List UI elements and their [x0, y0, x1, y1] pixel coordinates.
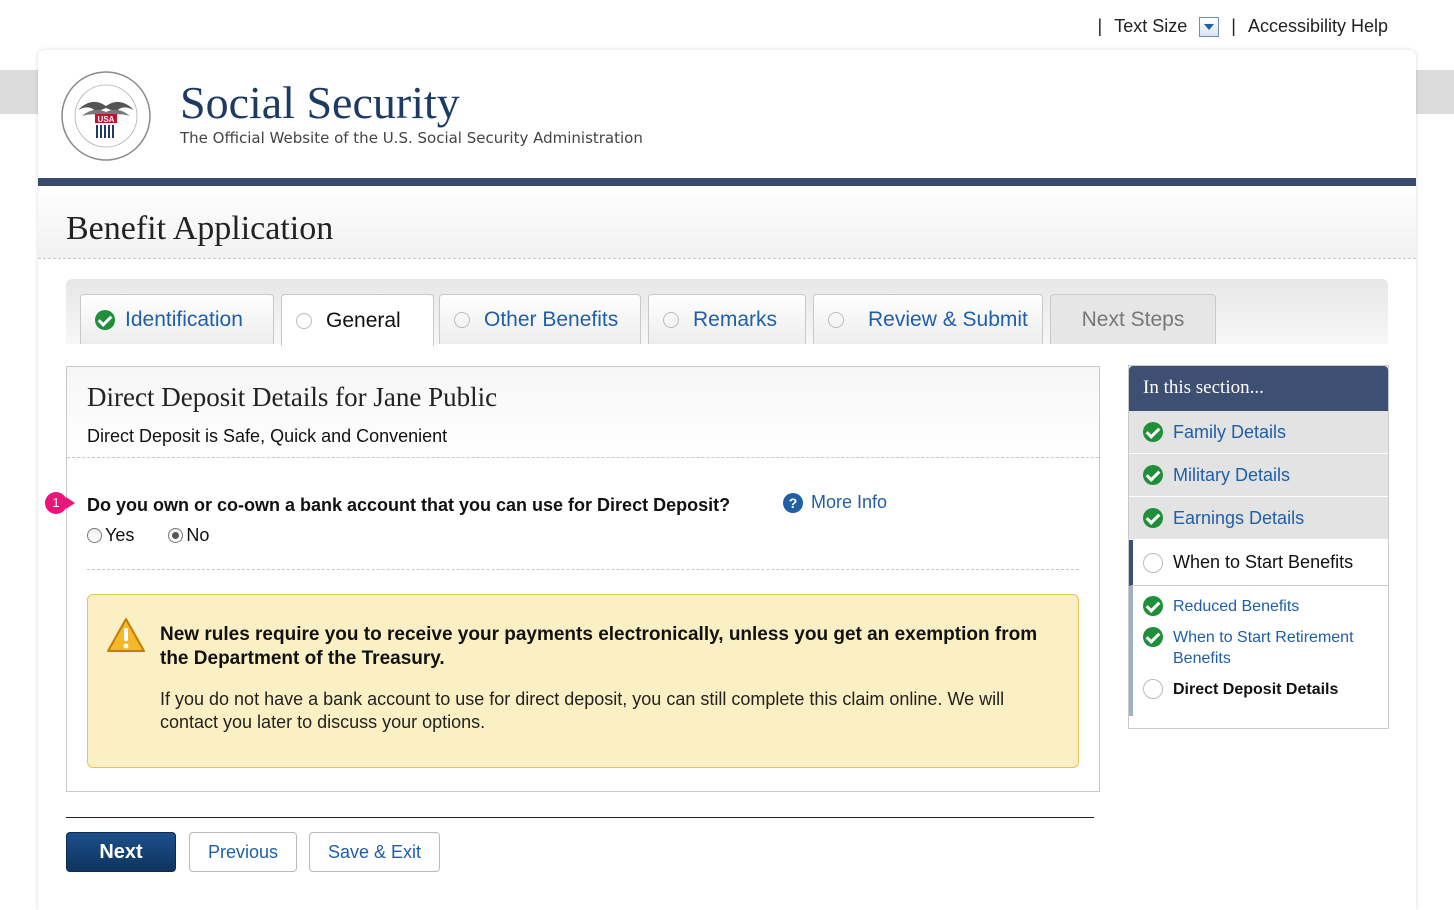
tab-next-steps: Next Steps — [1050, 294, 1216, 344]
tab-other-benefits[interactable]: Other Benefits — [439, 294, 641, 344]
circle-incomplete-icon — [663, 311, 679, 328]
tab-label: Review & Submit — [868, 307, 1028, 331]
sidebar-subitem-when-to-start-retirement[interactable]: When to Start Retirement Benefits — [1143, 627, 1388, 669]
text-size-dropdown-icon[interactable] — [1199, 16, 1220, 37]
sidebar-item-label: When to Start Benefits — [1173, 552, 1354, 572]
utility-separator: | — [1231, 16, 1236, 36]
more-info-label: More Info — [811, 492, 888, 512]
sidebar-subitem-label: Direct Deposit Details — [1173, 681, 1339, 698]
check-complete-icon — [1143, 627, 1163, 647]
circle-incomplete-icon — [296, 312, 312, 329]
sidebar-heading: In this section... — [1129, 366, 1388, 411]
check-complete-icon — [1143, 596, 1163, 616]
tab-label: Identification — [125, 307, 243, 331]
sidebar-item-military-details[interactable]: Military Details — [1129, 454, 1388, 497]
utility-bar: | Text Size | Accessibility Help — [1098, 16, 1388, 37]
help-question-icon[interactable]: ? — [783, 492, 803, 513]
tab-label: Other Benefits — [484, 307, 619, 331]
progress-tabs: Identification General Other Benefits Re… — [66, 279, 1388, 346]
sidebar-item-earnings-details[interactable]: Earnings Details — [1129, 497, 1388, 540]
question-label: Do you own or co-own a bank account that… — [87, 495, 731, 515]
tab-label: General — [326, 308, 401, 332]
sidebar-subitem-label: When to Start Retirement Benefits — [1173, 629, 1354, 667]
warning-alert-box: New rules require you to receive your pa… — [87, 594, 1079, 768]
circle-incomplete-icon — [1143, 679, 1163, 699]
sidebar-subitem-reduced-benefits[interactable]: Reduced Benefits — [1143, 596, 1388, 617]
ssa-seal-logo[interactable]: USA — [60, 70, 152, 162]
sidebar-subitem-direct-deposit[interactable]: Direct Deposit Details — [1143, 679, 1388, 700]
check-complete-icon — [95, 309, 115, 330]
text-size-link[interactable]: Text Size — [1114, 16, 1187, 37]
site-subtitle: The Official Website of the U.S. Social … — [180, 129, 643, 147]
page-header: Benefit Application — [38, 186, 1416, 259]
circle-incomplete-icon — [454, 311, 470, 328]
radio-no[interactable]: No — [168, 525, 209, 546]
sidebar-item-label: Earnings Details — [1173, 507, 1305, 528]
main-card: USA Social Security The Official Website… — [38, 50, 1416, 910]
sidebar-item-when-to-start-benefits[interactable]: When to Start Benefits — [1129, 540, 1388, 586]
tab-review-submit[interactable]: Review & Submit — [813, 294, 1043, 344]
question-number-marker: 1 — [45, 492, 75, 514]
next-button[interactable]: Next — [66, 832, 176, 872]
site-header: USA Social Security The Official Website… — [38, 50, 1416, 178]
direct-deposit-panel: Direct Deposit Details for Jane Public D… — [45, 366, 1100, 792]
sidebar-subitems: Reduced Benefits When to Start Retiremen… — [1129, 586, 1388, 716]
section-sidebar: In this section... Family Details Milita… — [1128, 365, 1389, 729]
radio-button[interactable] — [168, 528, 184, 543]
alert-body: If you do not have a bank account to use… — [160, 689, 1005, 732]
check-complete-icon — [1143, 508, 1163, 528]
circle-incomplete-icon — [1143, 552, 1163, 573]
sidebar-subitem-label: Reduced Benefits — [1173, 598, 1300, 615]
panel-title: Direct Deposit Details for Jane Public — [87, 382, 498, 412]
radio-label: No — [186, 525, 210, 545]
site-title[interactable]: Social Security — [180, 76, 460, 129]
previous-button[interactable]: Previous — [189, 832, 297, 872]
tab-label: Remarks — [693, 307, 778, 331]
sidebar-item-label: Military Details — [1173, 464, 1291, 485]
check-complete-icon — [1143, 465, 1163, 485]
dashed-divider — [87, 569, 1079, 570]
tab-remarks[interactable]: Remarks — [648, 294, 806, 344]
alert-heading: New rules require you to receive your pa… — [160, 624, 1038, 669]
page-title: Benefit Application — [66, 210, 334, 247]
svg-text:USA: USA — [98, 115, 115, 124]
sidebar-item-label: Family Details — [1173, 421, 1287, 442]
panel-subtitle: Direct Deposit is Safe, Quick and Conven… — [87, 426, 448, 446]
tab-identification[interactable]: Identification — [80, 294, 274, 344]
circle-incomplete-icon — [828, 311, 844, 328]
radio-button[interactable] — [87, 528, 102, 543]
sidebar-item-family-details[interactable]: Family Details — [1129, 411, 1388, 454]
save-exit-button[interactable]: Save & Exit — [309, 832, 440, 872]
tab-label: Next Steps — [1081, 307, 1185, 331]
accessibility-help-link[interactable]: Accessibility Help — [1248, 16, 1388, 37]
warning-triangle-icon — [107, 618, 145, 652]
button-divider — [66, 817, 1094, 818]
check-complete-icon — [1143, 422, 1163, 442]
header-divider-bar — [38, 178, 1416, 186]
tab-general[interactable]: General — [281, 294, 434, 346]
radio-label: Yes — [105, 525, 135, 545]
utility-separator: | — [1097, 16, 1103, 36]
more-info-link[interactable]: ? More Info — [783, 492, 887, 513]
radio-yes[interactable]: Yes — [87, 525, 134, 546]
bank-account-radio-group: Yes No — [87, 525, 209, 546]
panel-header: Direct Deposit Details for Jane Public D… — [67, 367, 1099, 458]
